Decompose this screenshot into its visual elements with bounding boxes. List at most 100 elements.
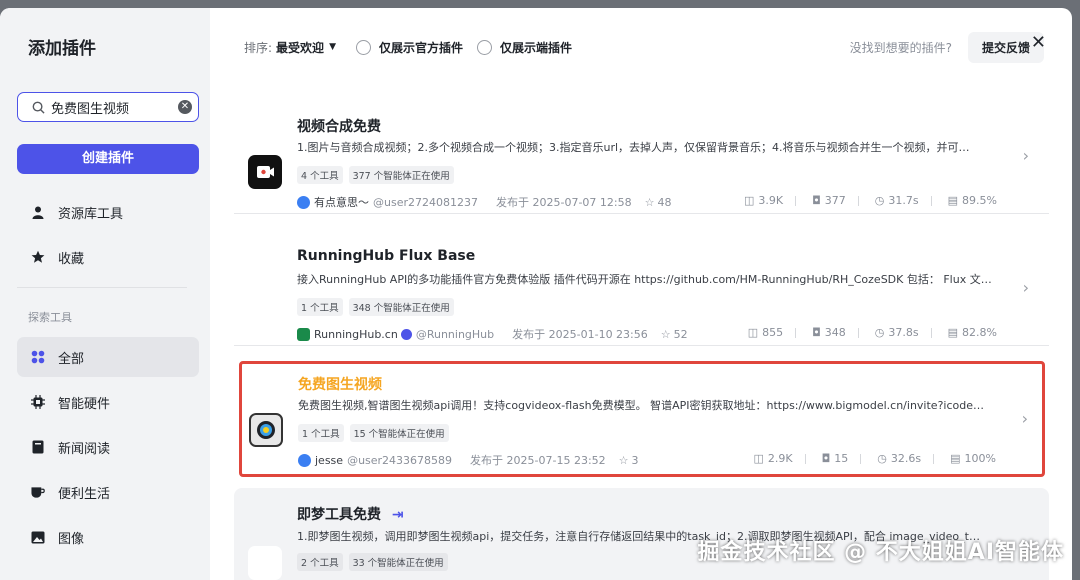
cup-icon: [31, 485, 45, 499]
chevron-right-icon[interactable]: ›: [1022, 409, 1028, 428]
latency: 37.8s: [888, 326, 919, 339]
star-icon[interactable]: ☆: [661, 328, 671, 341]
avatar: [298, 453, 311, 467]
bot-count: 348: [824, 326, 846, 339]
bot-icon: ◘: [821, 452, 831, 465]
publish-date: 发布于 2025-01-10 23:56: [512, 328, 648, 341]
user-icon: [31, 205, 45, 219]
plugin-icon: [248, 546, 282, 580]
calls-icon: ◫: [753, 452, 764, 465]
grid-icon: [31, 350, 45, 364]
plugin-description: 接入RunningHub API的多功能插件官方免费体验版 插件代码开源在 ht…: [297, 273, 992, 286]
sidebar-item-label: 资源库工具: [58, 206, 124, 222]
create-plugin-button[interactable]: 创建插件: [17, 144, 199, 174]
star-icon: [31, 250, 45, 264]
search-input[interactable]: [51, 99, 178, 115]
sidebar: 添加插件 ✕ 创建插件 资源库工具 收藏 探索工具 全部 智能硬件 新闻阅读: [0, 8, 210, 580]
clock-icon: ◷: [874, 326, 885, 339]
usage-badge: 15 个智能体正在使用: [349, 424, 449, 442]
author-name[interactable]: RunningHub.cn: [314, 328, 398, 341]
sidebar-item-library-tools[interactable]: 资源库工具: [17, 192, 199, 232]
call-count: 855: [762, 326, 784, 339]
plugin-card[interactable]: RunningHub Flux Base 接入RunningHub API的多功…: [234, 226, 1049, 346]
sidebar-item-convenient-life[interactable]: 便利生活: [17, 472, 199, 512]
plugin-card[interactable]: 视频合成免费 1.图片与音频合成视频；2.多个视频合成一个视频；3.指定音乐ur…: [234, 94, 1049, 214]
bot-icon: ◘: [812, 194, 821, 207]
success-rate: 82.8%: [962, 326, 997, 339]
author-name[interactable]: jesse: [315, 454, 343, 467]
sidebar-item-label: 图像: [58, 531, 85, 547]
video-plugin-icon: [249, 413, 283, 447]
open-icon[interactable]: ⇥: [392, 507, 404, 523]
close-icon[interactable]: ✕: [1031, 32, 1046, 53]
plugin-title: 视频合成免费: [297, 119, 381, 135]
star-icon[interactable]: ☆: [619, 454, 629, 467]
chevron-right-icon[interactable]: ›: [1023, 278, 1029, 297]
author-handle: @RunningHub: [415, 327, 495, 341]
tool-count-badge: 1 个工具: [298, 424, 344, 442]
chip-icon: [31, 395, 45, 409]
runninghub-logo-icon: [297, 327, 310, 341]
image-icon: [31, 530, 45, 544]
sidebar-item-news-reading[interactable]: 新闻阅读: [17, 427, 199, 467]
calls-icon: ◫: [743, 194, 755, 207]
sidebar-item-image[interactable]: 图像: [17, 517, 199, 557]
success-rate: 100%: [964, 452, 996, 465]
plugin-description: 免费图生视频,智谱图生视频api调用！支持cogvideox-flash免费模型…: [298, 399, 984, 412]
success-icon: ▤: [947, 194, 959, 207]
clock-icon: ◷: [874, 194, 885, 207]
official-only-label[interactable]: 仅展示官方插件: [379, 39, 463, 56]
plugin-list-panel: 排序: 最受欢迎 ▼ 仅展示官方插件 仅展示端插件 没找到想要的插件? 提交反馈…: [210, 8, 1072, 580]
plugin-title: 免费图生视频: [298, 377, 382, 393]
sidebar-item-label: 便利生活: [58, 486, 111, 502]
watermark: 掘金技术社区 @ 不大姐姐AI智能体: [697, 540, 1064, 565]
usage-badge: 377 个智能体正在使用: [348, 166, 454, 184]
plugin-card-selected[interactable]: 免费图生视频 免费图生视频,智谱图生视频api调用！支持cogvideox-fl…: [239, 361, 1045, 477]
bot-count: 377: [824, 194, 846, 207]
sidebar-item-smart-hardware[interactable]: 智能硬件: [17, 382, 199, 422]
star-count: 52: [673, 327, 688, 341]
sidebar-item-all[interactable]: 全部: [17, 337, 199, 377]
tool-count-badge: 1 个工具: [297, 298, 343, 316]
author-handle: @user2433678589: [347, 453, 453, 467]
section-label: 探索工具: [28, 311, 72, 324]
avatar: [297, 195, 310, 209]
book-icon: [31, 440, 45, 454]
clear-search-icon[interactable]: ✕: [178, 100, 192, 114]
bot-icon: ◘: [812, 326, 821, 339]
client-only-label[interactable]: 仅展示端插件: [500, 39, 572, 56]
usage-badge: 33 个智能体正在使用: [348, 553, 448, 571]
star-count: 48: [657, 195, 672, 209]
call-count: 2.9K: [767, 452, 793, 465]
client-only-radio[interactable]: [477, 39, 492, 55]
success-icon: ▤: [947, 326, 959, 339]
sidebar-item-label: 新闻阅读: [58, 441, 111, 457]
star-count: 3: [631, 453, 639, 467]
calls-icon: ◫: [747, 326, 759, 339]
not-found-hint: 没找到想要的插件?: [849, 40, 952, 55]
sidebar-divider: [17, 287, 187, 288]
call-count: 3.9K: [758, 194, 784, 207]
filter-bar: 排序: 最受欢迎 ▼ 仅展示官方插件 仅展示端插件 没找到想要的插件? 提交反馈: [244, 31, 1044, 63]
success-rate: 89.5%: [962, 194, 997, 207]
sidebar-item-label: 智能硬件: [58, 396, 111, 412]
chevron-right-icon[interactable]: ›: [1023, 146, 1029, 165]
bot-count: 15: [834, 452, 849, 465]
clock-icon: ◷: [877, 452, 887, 465]
star-icon[interactable]: ☆: [645, 196, 655, 209]
caret-down-icon[interactable]: ▼: [329, 42, 336, 52]
sort-dropdown[interactable]: 最受欢迎: [276, 39, 324, 56]
plugin-title: RunningHub Flux Base: [297, 248, 476, 264]
sort-label: 排序:: [244, 40, 273, 55]
usage-badge: 348 个智能体正在使用: [348, 298, 454, 316]
plugin-title: 即梦工具免费 ⇥: [297, 507, 404, 523]
official-only-radio[interactable]: [355, 39, 371, 55]
search-icon: [32, 101, 45, 114]
dialog-title: 添加插件: [28, 39, 96, 59]
latency: 32.6s: [890, 452, 922, 465]
sidebar-item-favorites[interactable]: 收藏: [17, 237, 199, 277]
search-field[interactable]: ✕: [17, 92, 199, 122]
author-handle: @user2724081237: [373, 195, 478, 209]
sidebar-item-label: 全部: [58, 351, 85, 367]
author-name[interactable]: 有点意思～: [314, 194, 369, 210]
